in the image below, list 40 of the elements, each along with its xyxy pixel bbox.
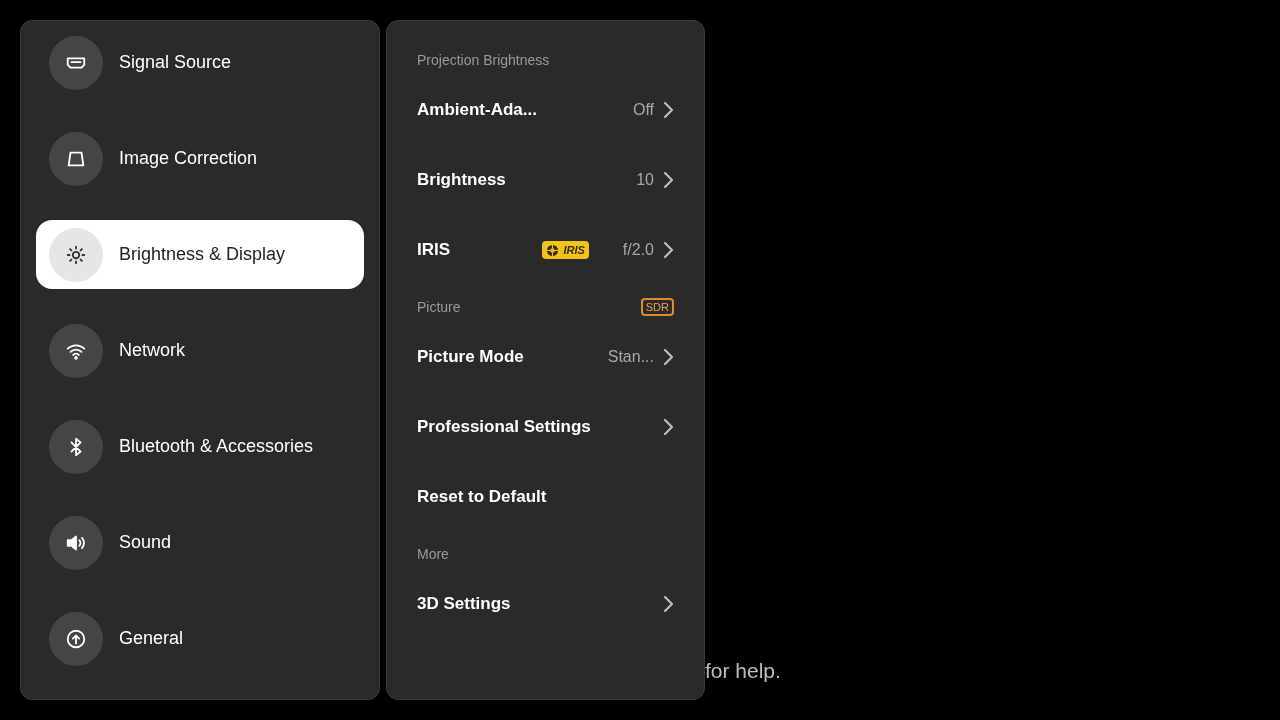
- row-value: f/2.0: [622, 240, 654, 260]
- sidebar-label: Sound: [119, 531, 172, 554]
- sidebar-label: Bluetooth & Accessories: [119, 435, 314, 458]
- settings-row[interactable]: IRIS IRIS f/2.0: [417, 215, 674, 285]
- settings-row[interactable]: Ambient-Ada... Off: [417, 75, 674, 145]
- settings-row[interactable]: Professional Settings: [417, 392, 674, 462]
- sidebar-item[interactable]: Network: [36, 316, 364, 385]
- section-header: Projection Brightness: [417, 50, 550, 70]
- row-value: Stan...: [607, 347, 654, 367]
- settings-row[interactable]: Brightness 10: [417, 145, 674, 215]
- sidebar-item[interactable]: Bluetooth & Accessories: [36, 412, 364, 481]
- sidebar-label: Signal Source: [119, 51, 232, 74]
- settings-row[interactable]: Picture Mode Stan...: [417, 322, 674, 392]
- row-label: IRIS: [417, 239, 451, 262]
- help-hint-text: for help.: [705, 658, 781, 684]
- row-label: Brightness: [417, 169, 506, 192]
- sdr-badge: SDR: [640, 298, 674, 316]
- row-value: Off: [632, 100, 654, 120]
- row-label: Picture Mode: [417, 346, 524, 369]
- row-label: Reset to Default: [417, 486, 547, 509]
- settings-row[interactable]: 3D Settings: [417, 569, 674, 639]
- sun-icon: [65, 243, 87, 266]
- up-arrow-circle-icon: [65, 627, 87, 650]
- sidebar-item[interactable]: General: [36, 604, 364, 673]
- section-header: More: [417, 544, 449, 564]
- sidebar-item[interactable]: Signal Source: [36, 28, 364, 97]
- row-value: 10: [636, 170, 654, 190]
- row-label: Ambient-Ada...: [417, 99, 537, 122]
- row-label: 3D Settings: [417, 593, 511, 616]
- sidebar-label: Brightness & Display: [119, 243, 286, 266]
- sidebar-label: Network: [119, 339, 185, 362]
- iris-badge: IRIS: [542, 240, 589, 260]
- settings-row[interactable]: Reset to Default: [417, 462, 674, 532]
- section-header: Picture: [417, 297, 461, 317]
- sidebar-label: General: [119, 627, 184, 650]
- sidebar-label: Image Correction: [119, 147, 258, 170]
- sidebar-item[interactable]: Sound: [36, 508, 364, 577]
- row-label: Professional Settings: [417, 416, 591, 439]
- sidebar-item[interactable]: Image Correction: [36, 124, 364, 193]
- sidebar-item[interactable]: Brightness & Display: [36, 220, 364, 289]
